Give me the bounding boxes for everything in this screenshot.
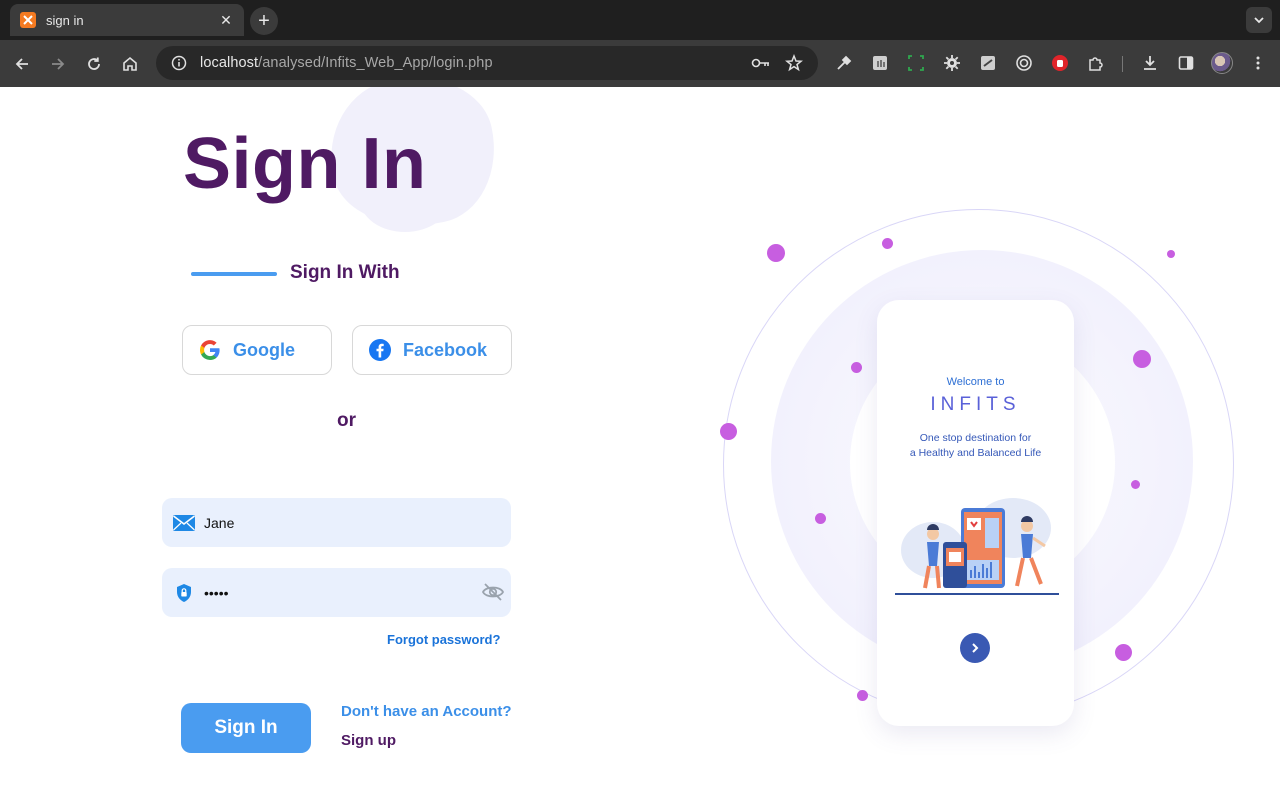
facebook-icon bbox=[367, 337, 393, 363]
sign-in-with-label: Sign In With bbox=[290, 262, 400, 283]
google-signin-button[interactable]: Google bbox=[182, 325, 332, 375]
sign-in-button[interactable]: Sign In bbox=[181, 703, 311, 753]
facebook-label: Facebook bbox=[403, 339, 488, 360]
reload-icon bbox=[88, 57, 100, 70]
address-bar[interactable]: localhost/analysed/Infits_Web_App/login.… bbox=[156, 46, 818, 80]
browser-toolbar: localhost/analysed/Infits_Web_App/login.… bbox=[0, 40, 1280, 87]
no-account-text[interactable]: Don't have an Account? bbox=[341, 703, 512, 720]
screenshot-extension-icon[interactable] bbox=[905, 52, 927, 74]
welcome-text: Welcome to bbox=[946, 376, 1005, 388]
new-tab-button[interactable]: + bbox=[250, 7, 278, 35]
toolbar-separator bbox=[1122, 56, 1123, 72]
tagline: One stop destination for a Healthy and B… bbox=[877, 431, 1074, 461]
download-icon[interactable] bbox=[1139, 52, 1161, 74]
decorative-dot bbox=[1131, 480, 1140, 489]
touch-extension-icon[interactable] bbox=[869, 52, 891, 74]
browser-tab-bar: sign in ✕ + bbox=[0, 0, 1280, 40]
fitness-illustration bbox=[895, 498, 1059, 595]
google-icon bbox=[197, 337, 223, 363]
decorative-dot bbox=[851, 362, 862, 373]
eyedropper-extension-icon[interactable] bbox=[833, 52, 855, 74]
reload-button[interactable] bbox=[81, 51, 107, 77]
eye-off-icon[interactable] bbox=[481, 580, 505, 604]
url-path: /analysed/Infits_Web_App/login.php bbox=[258, 55, 493, 71]
envelope-icon bbox=[172, 511, 196, 535]
bookmark-star-icon[interactable] bbox=[783, 52, 805, 74]
tab-search-button[interactable] bbox=[1246, 7, 1272, 33]
browser-tab[interactable]: sign in ✕ bbox=[10, 4, 244, 36]
brand-logo: INFITS bbox=[930, 394, 1021, 415]
target-extension-icon[interactable] bbox=[1013, 52, 1035, 74]
decorative-dot bbox=[767, 244, 785, 262]
tagline-line1: One stop destination for bbox=[919, 432, 1032, 444]
or-separator: or bbox=[337, 410, 356, 431]
home-icon bbox=[123, 56, 137, 71]
decorative-dot bbox=[1133, 350, 1151, 368]
tab-title: sign in bbox=[46, 12, 84, 28]
z-extension-icon[interactable] bbox=[977, 52, 999, 74]
sign-in-with-divider bbox=[191, 272, 277, 276]
next-arrow-button[interactable] bbox=[960, 633, 990, 663]
phone-mockup: Welcome to INFITS One stop destination f… bbox=[877, 300, 1074, 726]
side-panel-icon[interactable] bbox=[1175, 52, 1197, 74]
more-menu-icon[interactable] bbox=[1247, 52, 1269, 74]
url-host: localhost bbox=[200, 55, 259, 71]
extensions-puzzle-icon[interactable] bbox=[1085, 52, 1107, 74]
facebook-signin-button[interactable]: Facebook bbox=[352, 325, 512, 375]
password-field[interactable] bbox=[162, 568, 511, 617]
decorative-dot bbox=[720, 423, 737, 440]
password-input[interactable] bbox=[204, 584, 464, 601]
arrow-left-icon bbox=[15, 58, 28, 70]
password-key-icon[interactable] bbox=[750, 52, 772, 74]
profile-avatar[interactable] bbox=[1211, 52, 1233, 74]
page-title: Sign In bbox=[183, 124, 427, 204]
forgot-password-link[interactable]: Forgot password? bbox=[387, 632, 500, 647]
sign-up-link[interactable]: Sign up bbox=[341, 732, 396, 749]
home-button[interactable] bbox=[117, 51, 143, 77]
google-label: Google bbox=[233, 339, 295, 360]
chevron-down-icon bbox=[1254, 17, 1264, 24]
shield-lock-icon bbox=[172, 581, 196, 605]
gear-extension-icon[interactable] bbox=[941, 52, 963, 74]
back-button[interactable] bbox=[9, 51, 35, 77]
url-text: localhost/analysed/Infits_Web_App/login.… bbox=[200, 55, 493, 71]
decorative-dot bbox=[1167, 250, 1175, 258]
adblock-extension-icon[interactable] bbox=[1049, 52, 1071, 74]
xampp-favicon-icon bbox=[20, 12, 36, 28]
arrow-right-icon bbox=[52, 58, 65, 70]
email-field[interactable] bbox=[162, 498, 511, 547]
forward-button[interactable] bbox=[45, 51, 71, 77]
decorative-dot bbox=[857, 690, 868, 701]
decorative-dot bbox=[815, 513, 826, 524]
tagline-line2: a Healthy and Balanced Life bbox=[909, 447, 1042, 459]
email-input[interactable] bbox=[204, 514, 464, 531]
decorative-dot bbox=[882, 238, 893, 249]
chevron-right-icon bbox=[972, 643, 979, 653]
site-info-icon[interactable] bbox=[170, 54, 188, 72]
decorative-dot bbox=[1115, 644, 1132, 661]
page-content: Sign In Sign In With Google Facebook or bbox=[0, 87, 1280, 800]
tab-close-icon[interactable]: ✕ bbox=[218, 12, 234, 28]
